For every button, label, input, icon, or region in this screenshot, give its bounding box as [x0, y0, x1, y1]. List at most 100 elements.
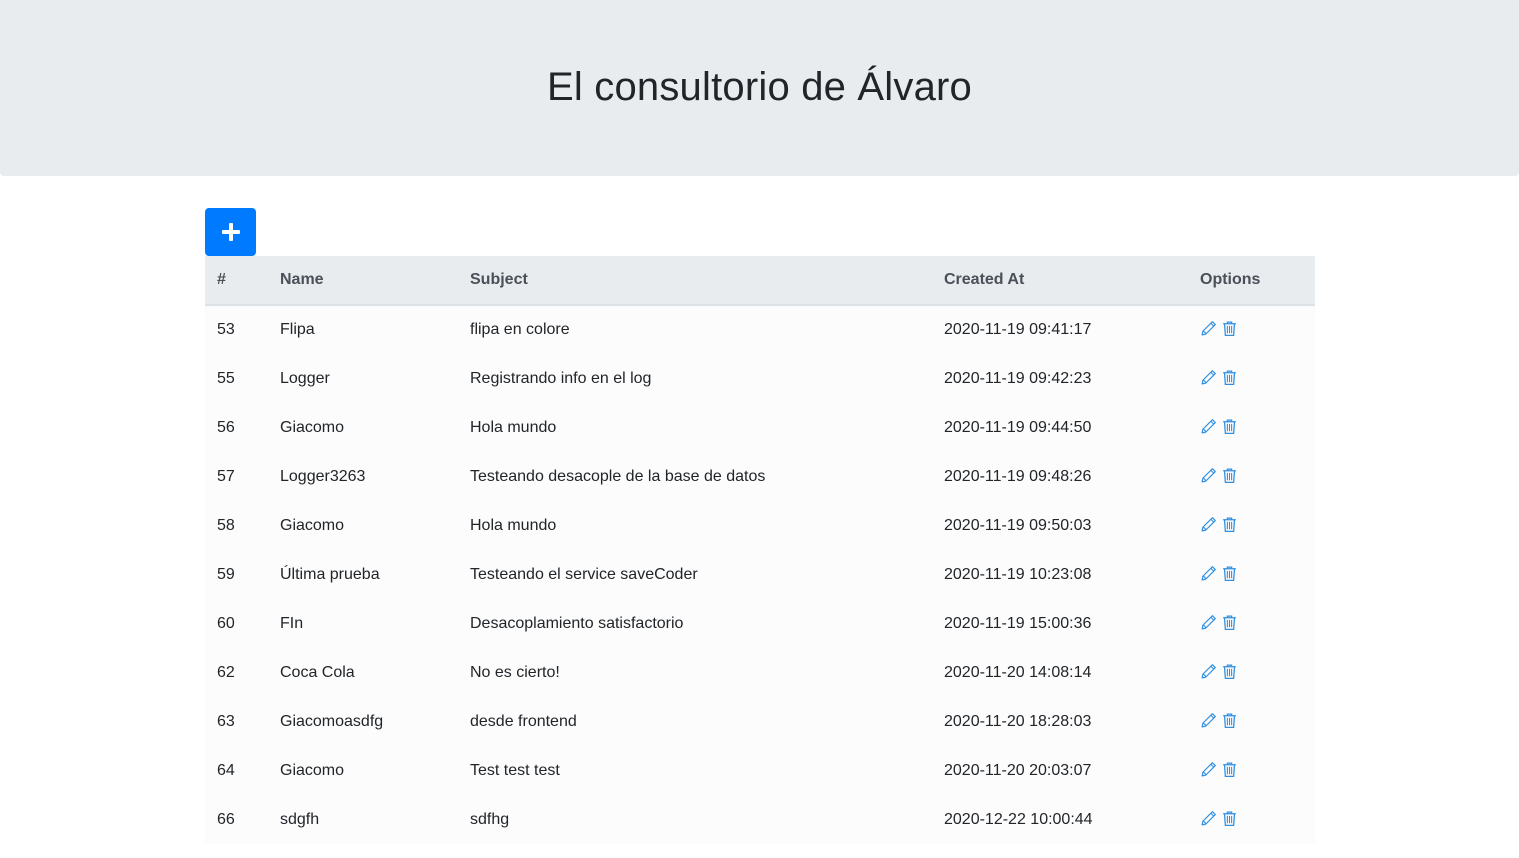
cell-id: 64 — [205, 746, 268, 795]
plus-icon — [221, 223, 240, 241]
cell-name: Giacomoasdfg — [268, 697, 458, 746]
cell-id: 58 — [205, 501, 268, 550]
cell-subject: No es cierto! — [458, 648, 932, 697]
cell-options — [1188, 403, 1315, 452]
cell-id: 60 — [205, 599, 268, 648]
cell-id: 55 — [205, 354, 268, 403]
pencil-icon[interactable] — [1200, 565, 1217, 582]
cell-created-at: 2020-11-20 14:08:14 — [932, 648, 1188, 697]
cell-options — [1188, 501, 1315, 550]
column-header-options: Options — [1188, 256, 1315, 306]
cell-name: Logger3263 — [268, 452, 458, 501]
cell-subject: Testeando el service saveCoder — [458, 550, 932, 599]
cell-options — [1188, 452, 1315, 501]
cell-name: Giacomo — [268, 501, 458, 550]
cell-name: Última prueba — [268, 550, 458, 599]
cell-id: 56 — [205, 403, 268, 452]
cell-options — [1188, 697, 1315, 746]
cell-name: Giacomo — [268, 403, 458, 452]
pencil-icon[interactable] — [1200, 516, 1217, 533]
pencil-icon[interactable] — [1200, 761, 1217, 778]
trash-icon[interactable] — [1222, 467, 1237, 484]
table-row: 64 Giacomo Test test test 2020-11-20 20:03:… — [205, 746, 1315, 795]
cell-options — [1188, 550, 1315, 599]
cell-created-at: 2020-11-19 09:41:17 — [932, 305, 1188, 354]
table-row: 53 Flipa flipa en colore 2020-11-19 09:41:1… — [205, 305, 1315, 354]
cell-id: 57 — [205, 452, 268, 501]
cell-created-at: 2020-11-19 09:48:26 — [932, 452, 1188, 501]
main-content: # Name Subject Created At Options 53 Flip… — [205, 208, 1315, 844]
cell-options — [1188, 305, 1315, 354]
column-header-name: Name — [268, 256, 458, 306]
pencil-icon[interactable] — [1200, 369, 1217, 386]
cell-created-at: 2020-11-19 09:42:23 — [932, 354, 1188, 403]
cell-subject: Hola mundo — [458, 403, 932, 452]
trash-icon[interactable] — [1222, 369, 1237, 386]
trash-icon[interactable] — [1222, 320, 1237, 337]
cell-subject: Testeando desacople de la base de datos — [458, 452, 932, 501]
table-row: 66 sdgfh sdfhg 2020-12-22 10:00:44 — [205, 795, 1315, 844]
cell-name: Logger — [268, 354, 458, 403]
trash-icon[interactable] — [1222, 516, 1237, 533]
table-row: 63 Giacomoasdfg desde frontend 2020-11-20 1… — [205, 697, 1315, 746]
cell-created-at: 2020-11-19 10:23:08 — [932, 550, 1188, 599]
table-row: 58 Giacomo Hola mundo 2020-11-19 09:50:03 — [205, 501, 1315, 550]
cell-name: Flipa — [268, 305, 458, 354]
table-row: 55 Logger Registrando info en el log 2020-1… — [205, 354, 1315, 403]
cell-subject: sdfhg — [458, 795, 932, 844]
pencil-icon[interactable] — [1200, 810, 1217, 827]
cell-id: 53 — [205, 305, 268, 354]
records-table: # Name Subject Created At Options 53 Flip… — [205, 256, 1315, 844]
table-row: 57 Logger3263 Testeando desacople de la ba… — [205, 452, 1315, 501]
add-button[interactable] — [205, 208, 256, 256]
trash-icon[interactable] — [1222, 712, 1237, 729]
cell-name: FIn — [268, 599, 458, 648]
cell-id: 62 — [205, 648, 268, 697]
table-row: 60 FIn Desacoplamiento satisfactorio 2020-1… — [205, 599, 1315, 648]
cell-options — [1188, 648, 1315, 697]
cell-name: sdgfh — [268, 795, 458, 844]
cell-created-at: 2020-11-19 15:00:36 — [932, 599, 1188, 648]
cell-name: Coca Cola — [268, 648, 458, 697]
cell-name: Giacomo — [268, 746, 458, 795]
table-row: 56 Giacomo Hola mundo 2020-11-19 09:44:50 — [205, 403, 1315, 452]
pencil-icon[interactable] — [1200, 418, 1217, 435]
cell-id: 66 — [205, 795, 268, 844]
cell-created-at: 2020-11-19 09:44:50 — [932, 403, 1188, 452]
cell-options — [1188, 599, 1315, 648]
trash-icon[interactable] — [1222, 614, 1237, 631]
page-title: El consultorio de Álvaro — [546, 64, 972, 109]
cell-subject: Desacoplamiento satisfactorio — [458, 599, 932, 648]
trash-icon[interactable] — [1222, 565, 1237, 582]
column-header-subject: Subject — [458, 256, 932, 306]
cell-subject: desde frontend — [458, 697, 932, 746]
cell-created-at: 2020-11-20 20:03:07 — [932, 746, 1188, 795]
table-header-row: # Name Subject Created At Options — [205, 256, 1315, 306]
column-header-created-at: Created At — [932, 256, 1188, 306]
pencil-icon[interactable] — [1200, 614, 1217, 631]
table-row: 62 Coca Cola No es cierto! 2020-11-20 14:08… — [205, 648, 1315, 697]
trash-icon[interactable] — [1222, 761, 1237, 778]
cell-options — [1188, 354, 1315, 403]
cell-options — [1188, 746, 1315, 795]
trash-icon[interactable] — [1222, 663, 1237, 680]
cell-id: 59 — [205, 550, 268, 599]
cell-subject: Registrando info en el log — [458, 354, 932, 403]
page-header: El consultorio de Álvaro — [0, 0, 1519, 176]
cell-options — [1188, 795, 1315, 844]
pencil-icon[interactable] — [1200, 467, 1217, 484]
pencil-icon[interactable] — [1200, 320, 1217, 337]
cell-id: 63 — [205, 697, 268, 746]
pencil-icon[interactable] — [1200, 712, 1217, 729]
pencil-icon[interactable] — [1200, 663, 1217, 680]
cell-created-at: 2020-11-19 09:50:03 — [932, 501, 1188, 550]
cell-subject: Test test test — [458, 746, 932, 795]
cell-subject: Hola mundo — [458, 501, 932, 550]
column-header-id: # — [205, 256, 268, 306]
trash-icon[interactable] — [1222, 810, 1237, 827]
cell-created-at: 2020-12-22 10:00:44 — [932, 795, 1188, 844]
trash-icon[interactable] — [1222, 418, 1237, 435]
cell-subject: flipa en colore — [458, 305, 932, 354]
cell-created-at: 2020-11-20 18:28:03 — [932, 697, 1188, 746]
table-row: 59 Última prueba Testeando el service save… — [205, 550, 1315, 599]
